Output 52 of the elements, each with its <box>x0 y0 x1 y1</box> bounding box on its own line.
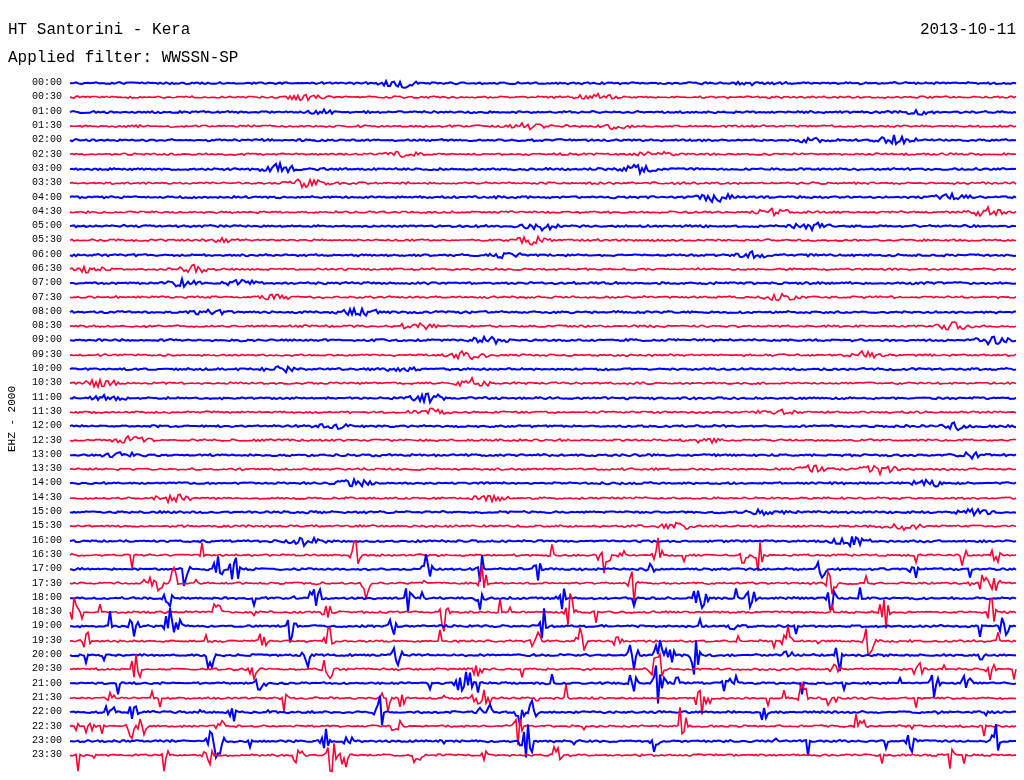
time-label: 19:30 <box>31 635 62 646</box>
time-label: 18:00 <box>31 592 62 603</box>
time-label: 13:30 <box>31 464 62 475</box>
date-label: 2013-10-11 <box>920 20 1016 41</box>
time-label: 11:00 <box>31 392 62 403</box>
time-label: 23:00 <box>31 735 62 746</box>
time-label: 03:00 <box>31 163 62 174</box>
time-label: 19:00 <box>31 621 62 632</box>
time-label: 12:00 <box>31 421 62 432</box>
time-label: 16:00 <box>31 535 62 546</box>
time-label: 01:30 <box>31 121 62 132</box>
time-label: 22:30 <box>31 721 62 732</box>
time-label: 10:30 <box>31 378 62 389</box>
time-label: 06:00 <box>31 249 62 260</box>
time-label: 14:30 <box>31 492 62 503</box>
station-title: HT Santorini - Kera <box>8 20 191 41</box>
time-label: 09:30 <box>31 349 62 360</box>
time-label: 06:30 <box>31 264 62 274</box>
time-label: 01:00 <box>31 106 62 117</box>
time-label: 10:00 <box>31 364 62 375</box>
time-label: 03:30 <box>31 178 62 189</box>
time-label: 05:30 <box>31 235 62 246</box>
time-label: 13:00 <box>31 449 62 460</box>
time-label: 23:30 <box>31 750 62 761</box>
time-label: 07:00 <box>31 278 62 289</box>
time-label: 00:30 <box>31 92 62 103</box>
time-label: 07:30 <box>31 292 62 303</box>
time-label: 17:30 <box>31 578 62 589</box>
time-label: 12:30 <box>31 435 62 446</box>
time-label: 11:30 <box>31 406 62 417</box>
time-label: 16:30 <box>31 549 62 560</box>
time-label: 21:00 <box>31 678 62 689</box>
time-label: 04:00 <box>31 192 62 203</box>
filter-label: Applied filter: WWSSN-SP <box>8 49 239 67</box>
time-label: 02:30 <box>31 149 62 160</box>
time-label: 22:00 <box>31 707 62 718</box>
channel-label: EHZ - 2000 <box>4 386 19 453</box>
time-label: 21:30 <box>31 692 62 703</box>
time-label: 15:00 <box>31 507 62 518</box>
time-label: 08:00 <box>31 306 62 317</box>
time-label: 08:30 <box>31 321 62 332</box>
time-label: 05:00 <box>31 221 62 232</box>
time-label: 18:30 <box>31 607 62 618</box>
time-label: 04:30 <box>31 206 62 217</box>
time-label: 15:30 <box>31 521 62 532</box>
time-label: 00:00 <box>31 78 62 89</box>
time-label: 09:00 <box>31 335 62 346</box>
time-label: 17:00 <box>31 564 62 575</box>
time-label: 02:00 <box>31 135 62 146</box>
time-label: 20:00 <box>31 650 62 660</box>
time-label: 14:00 <box>31 478 62 489</box>
time-label: 20:30 <box>31 664 62 675</box>
